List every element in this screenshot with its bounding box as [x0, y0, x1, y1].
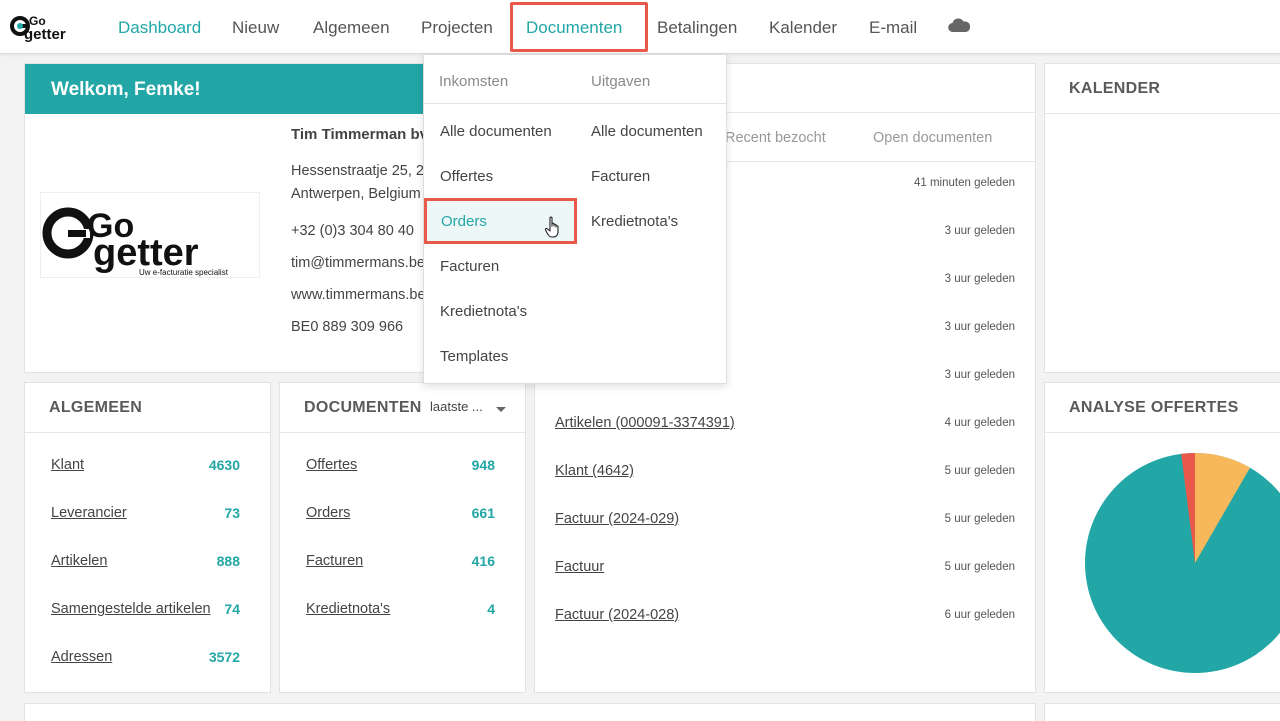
- gogetter-logo[interactable]: Go getter: [10, 12, 86, 42]
- documenten-highlight-box: [510, 2, 648, 52]
- analyse-offertes-title: ANALYSE OFFERTES: [1045, 383, 1280, 433]
- company-website: www.timmermans.be: [291, 287, 426, 303]
- company-address-line2: Antwerpen, Belgium: [291, 186, 421, 202]
- top-navigation: Go getter Dashboard Nieuw Algemeen Proje…: [0, 0, 1280, 54]
- nav-projecten[interactable]: Projecten: [421, 0, 493, 54]
- company-address-line1: Hessenstraatje 25, 2: [291, 163, 424, 179]
- recent-row[interactable]: Factuur 5 uur geleden: [555, 559, 1015, 583]
- dropdown-inkomsten-alle-documenten[interactable]: Alle documenten: [440, 123, 552, 140]
- recent-row[interactable]: Factuur (2024-028) 6 uur geleden: [555, 607, 1015, 631]
- documenten-dropdown: Inkomsten Uitgaven Alle documenten Offer…: [423, 54, 727, 384]
- period-select[interactable]: laatste ...: [430, 399, 483, 414]
- company-logo: Go getter Uw e-facturatie specialist: [40, 192, 260, 278]
- hand-pointer-icon: [544, 216, 559, 238]
- algemeen-panel: ALGEMEEN Klant 4630 Leverancier 73 Artikel…: [24, 382, 271, 693]
- algemeen-row-leverancier[interactable]: Leverancier 73: [51, 505, 240, 529]
- documenten-title: DOCUMENTEN: [280, 383, 525, 433]
- chevron-down-icon[interactable]: [496, 407, 506, 412]
- dropdown-inkomsten-kredietnotas[interactable]: Kredietnota's: [440, 303, 527, 320]
- pie-slice-teal: [1085, 453, 1280, 673]
- recent-row[interactable]: Artikelen (000091-3374391) 4 uur geleden: [555, 415, 1015, 439]
- dropdown-heading-uitgaven: Uitgaven: [591, 73, 651, 90]
- dropdown-inkomsten-orders[interactable]: Orders: [424, 198, 577, 244]
- nav-email[interactable]: E-mail: [869, 0, 917, 54]
- algemeen-row-klant[interactable]: Klant 4630: [51, 457, 240, 481]
- kalender-title: KALENDER: [1045, 64, 1280, 114]
- company-phone: +32 (0)3 304 80 40: [291, 223, 414, 239]
- recent-row[interactable]: Factuur (2024-029) 5 uur geleden: [555, 511, 1015, 535]
- algemeen-row-artikelen[interactable]: Artikelen 888: [51, 553, 240, 577]
- documenten-row-orders[interactable]: Orders 661: [306, 505, 495, 529]
- analyse-offertes-panel: ANALYSE OFFERTES: [1044, 382, 1280, 693]
- dropdown-uitgaven-facturen[interactable]: Facturen: [591, 168, 650, 185]
- nav-betalingen[interactable]: Betalingen: [657, 0, 737, 54]
- dropdown-heading-inkomsten: Inkomsten: [439, 73, 509, 90]
- logo-tagline: Uw e-facturatie specialist: [139, 268, 229, 277]
- svg-text:getter: getter: [24, 26, 66, 42]
- dropdown-divider: [424, 103, 726, 104]
- company-name: Tim Timmerman bv: [291, 126, 428, 143]
- company-email: tim@timmermans.be: [291, 255, 425, 271]
- bottom-panel-left: [24, 703, 1036, 721]
- documenten-panel: DOCUMENTEN laatste ... Offertes 948 Order…: [279, 382, 526, 693]
- dropdown-inkomsten-facturen[interactable]: Facturen: [440, 258, 499, 275]
- analyse-pie-chart: [1085, 453, 1280, 673]
- dropdown-uitgaven-kredietnotas[interactable]: Kredietnota's: [591, 213, 678, 230]
- welcome-panel: Welkom, Femke! Go getter Uw e-facturatie…: [24, 63, 428, 373]
- algemeen-row-adressen[interactable]: Adressen 3572: [51, 649, 240, 673]
- cloud-icon[interactable]: [948, 17, 970, 33]
- nav-kalender[interactable]: Kalender: [769, 0, 837, 54]
- dropdown-uitgaven-alle-documenten[interactable]: Alle documenten: [591, 123, 703, 140]
- tab-recent-bezocht[interactable]: Recent bezocht: [725, 130, 826, 146]
- company-vat: BE0 889 309 966: [291, 319, 404, 335]
- welcome-title: Welkom, Femke!: [25, 64, 425, 114]
- nav-dashboard[interactable]: Dashboard: [118, 0, 201, 54]
- algemeen-row-samengestelde-artikelen[interactable]: Samengestelde artikelen 74: [51, 601, 240, 625]
- documenten-row-offertes[interactable]: Offertes 948: [306, 457, 495, 481]
- nav-algemeen[interactable]: Algemeen: [313, 0, 390, 54]
- algemeen-title: ALGEMEEN: [25, 383, 270, 433]
- bottom-panel-right: [1044, 703, 1280, 721]
- kalender-panel: KALENDER: [1044, 63, 1280, 373]
- dropdown-orders-label[interactable]: Orders: [441, 213, 487, 230]
- tab-open-documenten[interactable]: Open documenten: [873, 130, 992, 146]
- dropdown-inkomsten-templates[interactable]: Templates: [440, 348, 508, 365]
- documenten-row-facturen[interactable]: Facturen 416: [306, 553, 495, 577]
- dropdown-inkomsten-offertes[interactable]: Offertes: [440, 168, 493, 185]
- recent-row[interactable]: Klant (4642) 5 uur geleden: [555, 463, 1015, 487]
- nav-nieuw[interactable]: Nieuw: [232, 0, 279, 54]
- documenten-row-kredietnotas[interactable]: Kredietnota's 4: [306, 601, 495, 625]
